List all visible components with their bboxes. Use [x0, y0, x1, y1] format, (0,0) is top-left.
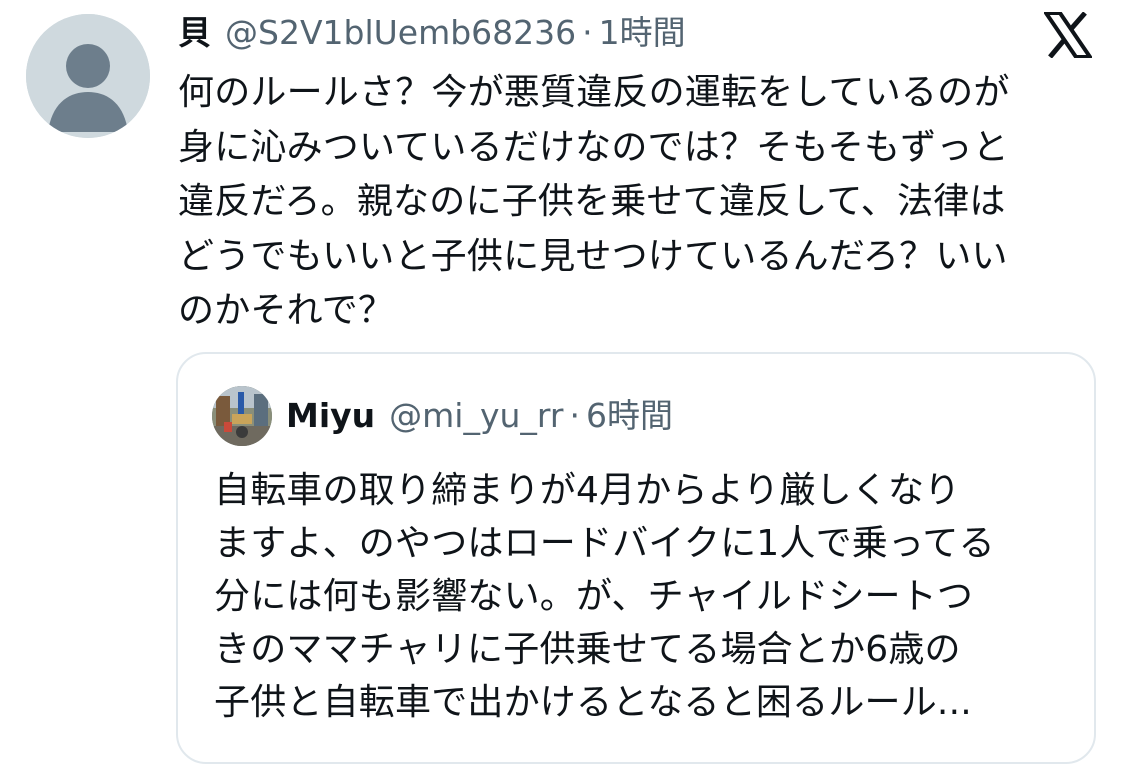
header-separator: · — [582, 13, 593, 52]
quoted-text-line: 自転車の取り締まりが4月からより厳しくなり — [214, 470, 961, 511]
street-photo-avatar — [212, 386, 272, 446]
quoted-author-display-name[interactable]: Miyu — [286, 392, 375, 440]
tweet-text-line: どうでもいいと子供に見せつけているんだろ？いい — [178, 235, 1008, 277]
author-avatar[interactable] — [26, 14, 150, 138]
quoted-tweet-card[interactable]: Miyu @mi_yu_rr · 6時間 自転車の取り締まりが4月からより厳しく… — [176, 352, 1096, 764]
tweet-text-line: 違反だろ。親なのに子供を乗せて違反して、法律は — [178, 181, 1006, 222]
quoted-tweet-body: 自転車の取り締まりが4月からより厳しくなり ますよ、のやつはロードバイクに1人で… — [214, 464, 1074, 729]
quoted-author-avatar[interactable] — [212, 386, 272, 446]
tweet-header: 貝 @S2V1blUemb68236 · 1時間 — [178, 10, 686, 56]
tweet-text-line: 何のルールさ？今が悪質違反の運転をしているのが — [178, 72, 1010, 113]
quoted-author-handle[interactable]: @mi_yu_rr — [389, 392, 563, 440]
tweet-text-line: のかそれで？ — [178, 290, 395, 331]
quoted-tweet-timestamp[interactable]: 6時間 — [586, 392, 673, 440]
tweet-timestamp[interactable]: 1時間 — [599, 10, 686, 56]
quoted-tweet-header: Miyu @mi_yu_rr · 6時間 — [286, 392, 673, 440]
quoted-text-line: 子供と自転車で出かけるとなると困るルール... — [214, 682, 972, 723]
x-logo-icon[interactable] — [1042, 11, 1094, 59]
tweet-text-line: 身に沁みついているだけなのでは？そもそもずっと — [178, 126, 1009, 168]
quoted-header-separator: · — [569, 396, 580, 435]
quoted-text-line: ますよ、のやつはロードバイクに1人で乗ってる — [214, 523, 995, 564]
quoted-text-line: 分には何も影響ない。が、チャイルドシートつ — [214, 576, 974, 617]
default-profile-icon — [26, 14, 150, 138]
tweet-body: 何のルールさ？今が悪質違反の運転をしているのが 身に沁みついているだけなのでは？… — [178, 66, 1088, 339]
quoted-text-line: きのママチャリに子供乗せてる場合とか6歳の — [214, 629, 961, 670]
author-handle[interactable]: @S2V1blUemb68236 — [225, 10, 576, 56]
author-display-name[interactable]: 貝 — [178, 10, 211, 56]
